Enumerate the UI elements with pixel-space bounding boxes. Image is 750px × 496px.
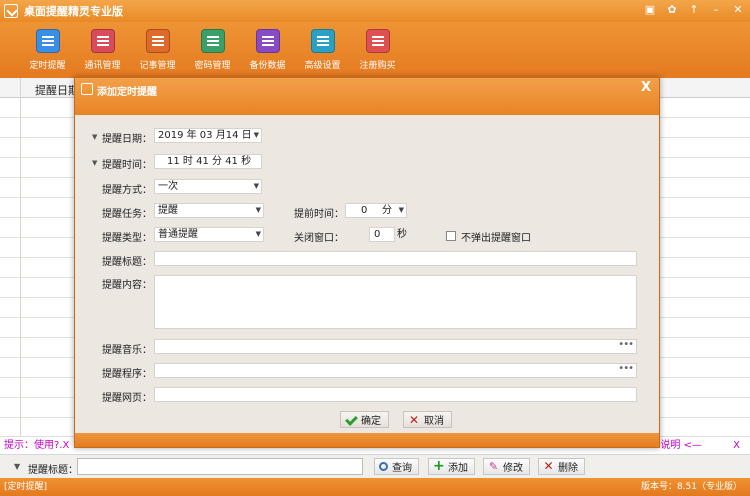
no-popup-checkbox[interactable]: [446, 231, 456, 241]
search-icon: [379, 462, 388, 471]
date-picker[interactable]: 2019 年 03 月14 日 ▼: [154, 128, 262, 143]
tray-icon[interactable]: ▣: [644, 3, 656, 17]
toolbar-backup[interactable]: 备份数据: [240, 22, 295, 71]
app-title: 桌面提醒精灵专业版: [24, 5, 123, 18]
delete-x-icon: ✕: [543, 459, 554, 473]
subject-input[interactable]: [154, 251, 637, 266]
arrow-icon[interactable]: ↑: [688, 3, 700, 17]
close-window-input[interactable]: 0 秒: [345, 227, 407, 242]
toolbar-timed-reminder[interactable]: 定时提醒: [20, 22, 75, 71]
advance-time-input[interactable]: 0 分 ▼: [345, 203, 407, 218]
collapse-arrow-icon[interactable]: ▼: [14, 462, 20, 471]
program-label: 提醒程序：: [102, 369, 152, 380]
subject-label: 提醒标题：: [102, 257, 152, 268]
time-label: 提醒时间：: [102, 160, 152, 171]
search-title-input[interactable]: [77, 458, 363, 475]
delete-button[interactable]: ✕ 删除: [538, 458, 585, 475]
dialog-title-bar[interactable]: 添加定时提醒 X: [75, 78, 659, 115]
notepad-icon: [145, 29, 170, 53]
hint-text: 提示：使用?.X: [4, 440, 70, 451]
address-book-icon: [90, 29, 115, 53]
alarm-clock-icon: [35, 29, 60, 53]
task-label: 提醒任务：: [102, 209, 152, 220]
webpage-label: 提醒网页：: [102, 393, 152, 404]
type-select[interactable]: 普通提醒 ▼: [154, 227, 264, 242]
chevron-down-icon: ▼: [255, 230, 261, 238]
dialog-logo-icon: [81, 83, 93, 95]
add-reminder-dialog: 添加定时提醒 X ▼ 提醒日期： 2019 年 03 月14 日 ▼ ▼ 提醒时…: [74, 77, 660, 448]
expand-arrow-icon[interactable]: ▼: [92, 133, 97, 141]
content-label: 提醒内容：: [102, 280, 152, 291]
status-bar: [定时提醒] 版本号：8.51（专业版）: [0, 478, 750, 496]
add-button[interactable]: + 添加: [428, 458, 475, 475]
advance-time-label: 提前时间：: [294, 209, 344, 220]
toolbar-contacts[interactable]: 通讯管理: [75, 22, 130, 71]
minimize-icon[interactable]: –: [710, 3, 722, 17]
hint-help-link[interactable]: 说明 <—: [660, 437, 702, 454]
status-current-module: [定时提醒]: [4, 482, 48, 492]
dialog-close-button[interactable]: X: [641, 80, 651, 95]
edit-button[interactable]: ✎ 修改: [483, 458, 530, 475]
window-controls: ▣ ✿ ↑ – ✕: [644, 3, 744, 17]
status-version: 版本号：8.51（专业版）: [640, 482, 742, 492]
toolbar-passwords[interactable]: 密码管理: [185, 22, 240, 71]
hint-close-button[interactable]: X: [733, 437, 740, 454]
program-input[interactable]: •••: [154, 363, 637, 378]
backup-icon: [255, 29, 280, 53]
music-input[interactable]: •••: [154, 339, 637, 354]
skin-icon[interactable]: ✿: [666, 3, 678, 17]
chevron-down-icon: ▼: [255, 206, 261, 214]
method-select[interactable]: 一次 ▼: [154, 179, 262, 194]
dialog-title: 添加定时提醒: [97, 87, 157, 98]
chevron-down-icon: ▼: [398, 206, 404, 214]
music-label: 提醒音乐：: [102, 345, 152, 356]
search-bar: ▼ 提醒标题： 查询 + 添加 ✎ 修改 ✕ 删除: [0, 454, 750, 478]
cancel-button[interactable]: ✕ 取消: [403, 411, 452, 428]
title-bar: 桌面提醒精灵专业版 ▣ ✿ ↑ – ✕: [0, 0, 750, 22]
cancel-x-icon: ✕: [408, 412, 420, 427]
pencil-icon: ✎: [488, 460, 499, 473]
task-select[interactable]: 提醒 ▼: [154, 203, 264, 218]
app-logo-icon: [4, 4, 18, 18]
ok-button[interactable]: 确定: [340, 411, 389, 428]
time-picker[interactable]: 11 时 41 分 41 秒: [154, 154, 262, 169]
toolbar-advanced-settings[interactable]: 高级设置: [295, 22, 350, 71]
main-toolbar: 定时提醒 通讯管理 记事管理 密码管理 备份数据 高级设置 注册购买: [0, 22, 750, 78]
expand-arrow-icon[interactable]: ▼: [92, 159, 97, 167]
content-textarea[interactable]: [154, 275, 637, 329]
close-window-label: 关闭窗口：: [294, 233, 344, 244]
webpage-input[interactable]: [154, 387, 637, 402]
password-icon: [200, 29, 225, 53]
toolbar-notes[interactable]: 记事管理: [130, 22, 185, 71]
settings-icon: [310, 29, 335, 53]
checkmark-icon: [345, 414, 357, 426]
close-icon[interactable]: ✕: [732, 3, 744, 17]
purchase-icon: [365, 29, 390, 53]
no-popup-label: 不弹出提醒窗口: [461, 233, 531, 244]
chevron-down-icon: ▼: [253, 131, 259, 139]
grid-column-date[interactable]: 提醒日期: [35, 82, 79, 98]
search-button[interactable]: 查询: [374, 458, 419, 475]
toolbar-register[interactable]: 注册购买: [350, 22, 405, 71]
search-label: 提醒标题：: [28, 465, 78, 476]
browse-icon[interactable]: •••: [618, 362, 634, 375]
browse-icon[interactable]: •••: [618, 338, 634, 351]
date-label: 提醒日期：: [102, 134, 152, 145]
chevron-down-icon: ▼: [253, 182, 259, 190]
dialog-footer-strip: [75, 433, 659, 447]
type-label: 提醒类型：: [102, 233, 152, 244]
grid-divider: [20, 78, 21, 436]
plus-icon: +: [433, 458, 445, 474]
method-label: 提醒方式：: [102, 185, 152, 196]
